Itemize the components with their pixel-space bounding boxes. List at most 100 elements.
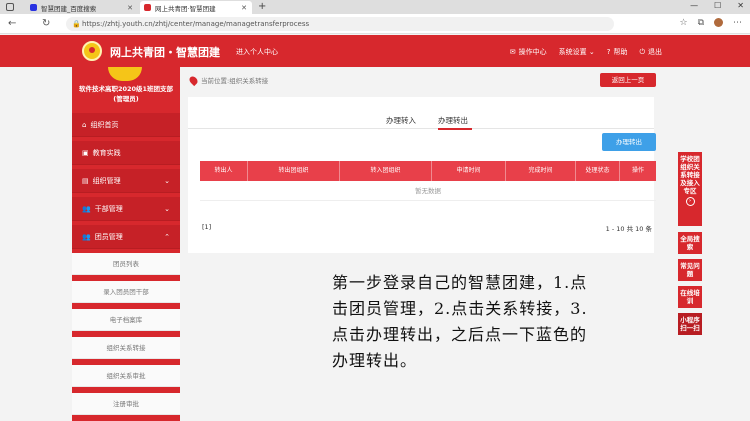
page-current[interactable]: [1]	[202, 223, 211, 231]
float-label: 学校团组织关系转接及接入专区	[680, 155, 700, 195]
site-header: 网上共青团・智慧团建 进入个人中心 ✉ 操作中心 系统设置 ⌄ ? 帮助 ⏻ 退…	[0, 35, 750, 67]
column-header: 转出团组织	[248, 161, 340, 181]
column-header: 处理状态	[576, 161, 620, 181]
profile-avatar-icon[interactable]	[714, 18, 723, 27]
address-bar: ← ↻ 🔒 https://zhtj.youth.cn/zhtj/center/…	[0, 14, 750, 34]
column-header: 完成时间	[506, 161, 576, 181]
submenu-member-list[interactable]: 团员列表	[72, 253, 180, 275]
column-header: 申请时间	[432, 161, 506, 181]
sidebar-item-label: 组织首页	[90, 120, 119, 129]
sidebar-item-education[interactable]: ▣ 教育实践	[72, 141, 180, 165]
more-menu-icon[interactable]: ⋯	[733, 18, 742, 28]
float-label: 小程序扫一扫	[680, 316, 700, 332]
nav-label: 系统设置 ⌄	[558, 48, 595, 56]
instruction-note: 第一步登录自己的智慧团建，1.点击团员管理，2.点击关系转接，3.点击办理转出，…	[332, 273, 588, 370]
org-name: 软件技术高职2020级1班团支部	[78, 85, 174, 93]
sidebar-item-cadre-manage[interactable]: 👥 干部管理 ⌄	[72, 197, 180, 221]
browser-tab-bar: 智慧团建_百度搜索 ✕ 网上共青团·智慧团建 ✕ + — ☐ ✕	[0, 0, 750, 14]
help-icon: ?	[606, 48, 611, 56]
tab-transfer-in[interactable]: 办理转入	[386, 115, 416, 126]
browser-tab-search[interactable]: 智慧团建_百度搜索 ✕	[26, 1, 138, 14]
maximize-button[interactable]: ☐	[714, 1, 721, 10]
chevron-down-icon: ⌄	[164, 176, 170, 185]
zhtj-favicon-icon	[144, 4, 151, 11]
location-pin-icon	[187, 74, 200, 86]
transfer-panel: 办理转入 办理转出 办理转出 转出人 转出团组织 转入团组织 申请时间 完成时间…	[188, 97, 656, 253]
personal-center-link[interactable]: 进入个人中心	[236, 47, 278, 57]
close-window-button[interactable]: ✕	[737, 1, 744, 10]
close-tab-icon[interactable]: ✕	[241, 4, 247, 12]
submenu-archive[interactable]: 电子档案库	[72, 309, 180, 331]
chevron-down-icon: ⌄	[164, 204, 170, 213]
nav-label: 退出	[648, 48, 662, 56]
online-training-button[interactable]: 在线培训	[678, 286, 702, 308]
chevron-right-icon: ›	[685, 197, 695, 206]
lock-icon: 🔒	[72, 20, 81, 28]
tab-title: 智慧团建_百度搜索	[41, 4, 97, 13]
sidebar: 软件技术高职2020级1班团支部 (管理员) ⌂ 组织首页 ▣ 教育实践 ▤ 组…	[72, 67, 180, 421]
table-header: 转出人 转出团组织 转入团组织 申请时间 完成时间 处理状态 操作	[200, 161, 656, 181]
sidebar-item-label: 团员管理	[94, 232, 123, 241]
tab-title: 网上共青团·智慧团建	[155, 4, 216, 13]
sidebar-item-org-manage[interactable]: ▤ 组织管理 ⌄	[72, 169, 180, 193]
nav-label: 帮助	[613, 48, 628, 56]
column-header: 操作	[631, 167, 644, 174]
submenu-transfer-approval[interactable]: 组织关系审批	[72, 365, 180, 387]
close-tab-icon[interactable]: ✕	[127, 4, 133, 12]
system-settings-menu[interactable]: 系统设置 ⌄	[559, 47, 595, 57]
org-icon: ▤	[82, 176, 89, 185]
favorite-star-icon[interactable]: ☆	[679, 18, 687, 28]
new-tab-button[interactable]: +	[258, 1, 266, 13]
sidebar-item-org-home[interactable]: ⌂ 组织首页	[72, 113, 180, 137]
back-button[interactable]: 返回上一页	[600, 73, 656, 87]
breadcrumb-text: 当前位置:组织关系转接	[201, 77, 269, 85]
minimize-button[interactable]: —	[690, 1, 698, 10]
power-icon: ⏻	[639, 47, 645, 56]
cyl-logo-icon	[82, 41, 102, 61]
submenu-register-approval[interactable]: 注册审批	[72, 393, 180, 415]
faq-button[interactable]: 常见问题	[678, 259, 702, 281]
breadcrumb: 当前位置:组织关系转接	[187, 74, 269, 86]
global-search-button[interactable]: 全局搜索	[678, 232, 702, 254]
sidebar-item-label: 干部管理	[94, 204, 123, 213]
help-link[interactable]: ? 帮助	[607, 47, 628, 57]
sidebar-item-label: 组织管理	[92, 176, 121, 185]
back-arrow-icon[interactable]: ←	[8, 18, 16, 29]
collections-icon[interactable]: ⧉	[698, 18, 704, 28]
sidebar-item-member-manage[interactable]: 👥 团员管理 ⌃	[72, 225, 180, 249]
page-summary: 1 - 10 共 10 条	[605, 225, 652, 233]
org-role: (管理员)	[113, 95, 139, 103]
float-label: 全局搜索	[680, 235, 700, 251]
people-icon: 👥	[82, 204, 91, 213]
operation-center-link[interactable]: ✉ 操作中心	[510, 47, 547, 57]
logout-link[interactable]: ⏻ 退出	[639, 47, 662, 57]
transfer-out-button[interactable]: 办理转出	[602, 133, 656, 151]
submenu-add-member[interactable]: 录入团员团干部	[72, 281, 180, 303]
org-info: 软件技术高职2020级1班团支部 (管理员)	[72, 84, 180, 104]
home-icon: ⌂	[82, 120, 87, 129]
people-icon: 👥	[82, 232, 91, 241]
school-transfer-zone-button[interactable]: 学校团组织关系转接及接入专区 ›	[678, 152, 702, 226]
tab-actions-icon[interactable]	[6, 3, 14, 11]
url-field[interactable]: 🔒 https://zhtj.youth.cn/zhtj/center/mana…	[66, 17, 614, 31]
submenu-transfer[interactable]: 组织关系转接	[72, 337, 180, 359]
site-brand[interactable]: 网上共青团・智慧团建	[110, 44, 220, 60]
column-header: 转出人	[200, 161, 248, 181]
baidu-favicon-icon	[30, 4, 37, 11]
avatar	[108, 67, 142, 81]
book-icon: ▣	[82, 148, 89, 157]
chevron-up-icon: ⌃	[164, 232, 170, 241]
tab-transfer-out[interactable]: 办理转出	[438, 115, 472, 130]
browser-tab-zhtj[interactable]: 网上共青团·智慧团建 ✕	[140, 1, 252, 14]
nav-label: 操作中心	[518, 48, 547, 56]
transfer-tabs: 办理转入 办理转出	[188, 111, 654, 130]
refresh-icon[interactable]: ↻	[42, 18, 50, 29]
mini-program-scan-button[interactable]: 小程序扫一扫	[678, 313, 702, 335]
float-label: 在线培训	[680, 289, 700, 305]
url-text: https://zhtj.youth.cn/zhtj/center/manage…	[82, 20, 310, 28]
sidebar-item-label: 教育实践	[92, 148, 121, 157]
mail-icon: ✉	[509, 48, 516, 56]
column-header: 转入团组织	[340, 161, 432, 181]
empty-state: 暂无数据	[200, 181, 656, 201]
float-label: 常见问题	[680, 262, 700, 278]
